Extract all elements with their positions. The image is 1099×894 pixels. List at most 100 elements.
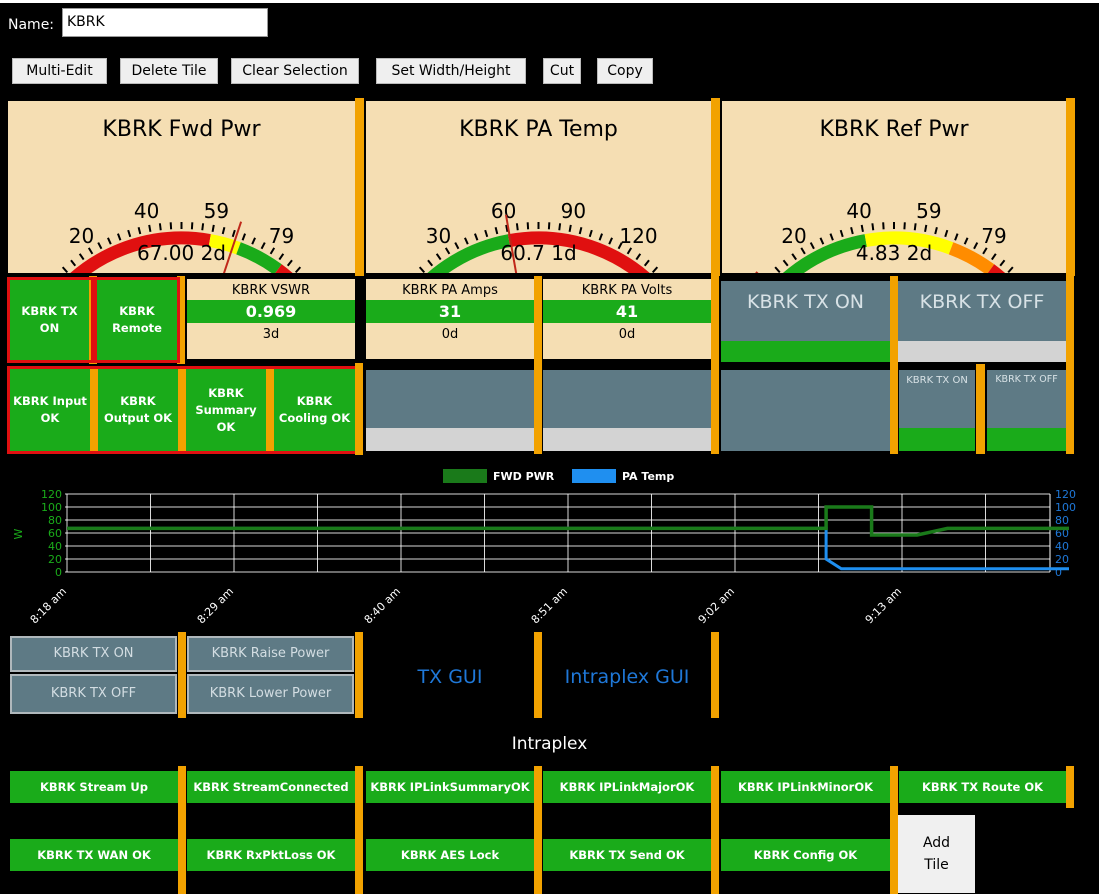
resize-handle[interactable] — [711, 276, 719, 364]
resize-handle[interactable] — [178, 766, 186, 808]
resize-handle[interactable] — [890, 766, 898, 808]
tile-empty[interactable] — [543, 370, 711, 451]
resize-handle[interactable] — [711, 364, 719, 454]
tile-kbrk-iplinkminorok[interactable]: KBRK IPLinkMinorOK — [721, 771, 890, 803]
resize-handle[interactable] — [266, 369, 274, 451]
tile-kbrk-pa-volts[interactable]: KBRK PA Volts 41 0d — [543, 279, 711, 359]
tile-kbrk-tx-send-ok[interactable]: KBRK TX Send OK — [543, 839, 711, 871]
resize-handle[interactable] — [355, 808, 363, 894]
multi-edit-button[interactable]: Multi-Edit — [12, 58, 107, 84]
tile-kbrk-tx-off-state[interactable]: KBRK TX OFF — [898, 281, 1066, 362]
gauge-tick — [944, 229, 949, 238]
x-tick-label: 8:18 am — [28, 585, 69, 626]
resize-handle[interactable] — [355, 766, 363, 808]
trend-chart[interactable]: W FWD PWR PA Temp0 020 2040 4060 6080 80100 100… — [0, 462, 1099, 627]
gauge-fwd-pwr[interactable]: KBRK Fwd Pwr 02040597999 67.00 2d — [8, 101, 355, 273]
add-tile-label: Add Tile — [922, 835, 951, 873]
kbrk-tx-on-button[interactable]: KBRK TX ON — [10, 636, 177, 672]
tile-kbrk-config-ok[interactable]: KBRK Config OK — [721, 839, 890, 871]
delete-tile-button[interactable]: Delete Tile — [120, 58, 218, 84]
tile-kbrk-vswr[interactable]: KBRK VSWR 0.969 3d — [187, 279, 355, 359]
tile-kbrk-aes-lock[interactable]: KBRK AES Lock — [366, 839, 534, 871]
resize-handle[interactable] — [178, 369, 186, 451]
tile-kbrk-tx-route-ok[interactable]: KBRK TX Route OK — [899, 771, 1066, 803]
cut-button[interactable]: Cut — [543, 58, 581, 84]
tile-kbrk-cooling-ok[interactable]: KBRK Cooling OK — [274, 369, 355, 451]
add-tile-button[interactable]: Add Tile — [898, 815, 975, 893]
resize-handle[interactable] — [534, 766, 542, 808]
resize-handle[interactable] — [711, 632, 719, 718]
y-tick-label-left: 0 — [55, 566, 62, 579]
tile-kbrk-summary-ok[interactable]: KBRK Summary OK — [186, 369, 266, 451]
resize-handle[interactable] — [1066, 98, 1075, 276]
resize-handle[interactable] — [890, 808, 898, 894]
resize-handle[interactable] — [534, 276, 542, 364]
tile-kbrk-tx-off-small[interactable]: KBRK TX OFF — [987, 370, 1066, 451]
gauge-tick — [221, 226, 226, 235]
resize-handle[interactable] — [178, 808, 186, 894]
gauge-value: 67.00 2d — [136, 241, 227, 265]
x-tick-label: 8:51 am — [529, 585, 570, 626]
gauge-tick — [913, 223, 917, 231]
name-input[interactable]: KBRK — [62, 8, 268, 37]
clear-selection-button[interactable]: Clear Selection — [231, 58, 359, 84]
tile-value: 31 — [366, 300, 534, 323]
tile-kbrk-remote[interactable]: KBRK Remote — [97, 280, 177, 360]
intraplex-gui-link[interactable]: Intraplex GUI — [543, 666, 711, 692]
tile-value: 41 — [543, 300, 711, 323]
tile-kbrk-tx-wan-ok[interactable]: KBRK TX WAN OK — [10, 839, 178, 871]
tile-kbrk-streamconnected[interactable]: KBRK StreamConnected — [187, 771, 355, 803]
tile-kbrk-pa-amps[interactable]: KBRK PA Amps 31 0d — [366, 279, 534, 359]
gauge-tick-label: 59 — [204, 199, 229, 223]
gauge-tick — [578, 226, 583, 235]
tile-kbrk-tx-on-state[interactable]: KBRK TX ON — [721, 281, 890, 362]
tile-title: KBRK TX ON — [721, 281, 890, 341]
resize-handle[interactable] — [711, 808, 719, 894]
tile-kbrk-input-ok[interactable]: KBRK Input OK — [10, 369, 90, 451]
resize-handle[interactable] — [534, 808, 542, 894]
gauge-tick — [418, 266, 426, 273]
gauge-tick — [829, 233, 834, 241]
resize-handle[interactable] — [178, 632, 186, 718]
resize-handle[interactable] — [534, 364, 542, 454]
kbrk-lower-power-button[interactable]: KBRK Lower Power — [187, 674, 354, 714]
tile-kbrk-output-ok[interactable]: KBRK Output OK — [98, 369, 178, 451]
resize-handle[interactable] — [355, 363, 363, 455]
resize-handle[interactable] — [90, 369, 98, 451]
gauge-tick — [61, 266, 69, 273]
resize-handle[interactable] — [1066, 276, 1074, 364]
gauge-tick — [211, 224, 215, 233]
legend-swatch — [572, 469, 616, 483]
resize-handle[interactable] — [1066, 364, 1074, 454]
resize-handle[interactable] — [976, 364, 985, 454]
gauge-tick — [158, 223, 162, 231]
y-axis-label: W — [12, 528, 25, 539]
tile-kbrk-tx-on-small[interactable]: KBRK TX ON — [899, 370, 975, 451]
kbrk-raise-power-button[interactable]: KBRK Raise Power — [187, 636, 354, 672]
set-width-height-button[interactable]: Set Width/Height — [376, 58, 526, 84]
kbrk-tx-off-button[interactable]: KBRK TX OFF — [10, 674, 177, 714]
resize-handle[interactable] — [711, 766, 719, 808]
resize-handle[interactable] — [355, 98, 364, 276]
resize-handle[interactable] — [534, 632, 542, 718]
tile-kbrk-stream-up[interactable]: KBRK Stream Up — [10, 771, 178, 803]
tile-kbrk-rxpktloss-ok[interactable]: KBRK RxPktLoss OK — [187, 839, 355, 871]
copy-button[interactable]: Copy — [597, 58, 653, 84]
tile-empty[interactable] — [721, 370, 890, 451]
resize-handle[interactable] — [890, 364, 898, 454]
gauge-tick — [241, 233, 246, 241]
gauge-tick — [137, 226, 142, 235]
tile-empty[interactable] — [366, 370, 534, 451]
resize-handle[interactable] — [711, 98, 720, 276]
tile-kbrk-tx-on[interactable]: KBRK TX ON — [10, 280, 89, 360]
resize-handle[interactable] — [1066, 766, 1074, 808]
gauge-ref-pwr[interactable]: KBRK Ref Pwr 02040597999 4.83 2d — [722, 101, 1066, 273]
tile-kbrk-iplinkmajorok[interactable]: KBRK IPLinkMajorOK — [543, 771, 711, 803]
gauge-pa-temp[interactable]: KBRK PA Temp 0306090120150 60.7 1d — [366, 101, 711, 273]
resize-handle[interactable] — [890, 276, 898, 364]
tile-title: KBRK TX OFF — [898, 281, 1066, 341]
gauge-tick — [231, 229, 236, 238]
tile-kbrk-iplinksummaryok[interactable]: KBRK IPLinkSummaryOK — [366, 771, 534, 803]
resize-handle[interactable] — [355, 632, 363, 718]
tx-gui-link[interactable]: TX GUI — [366, 666, 534, 692]
